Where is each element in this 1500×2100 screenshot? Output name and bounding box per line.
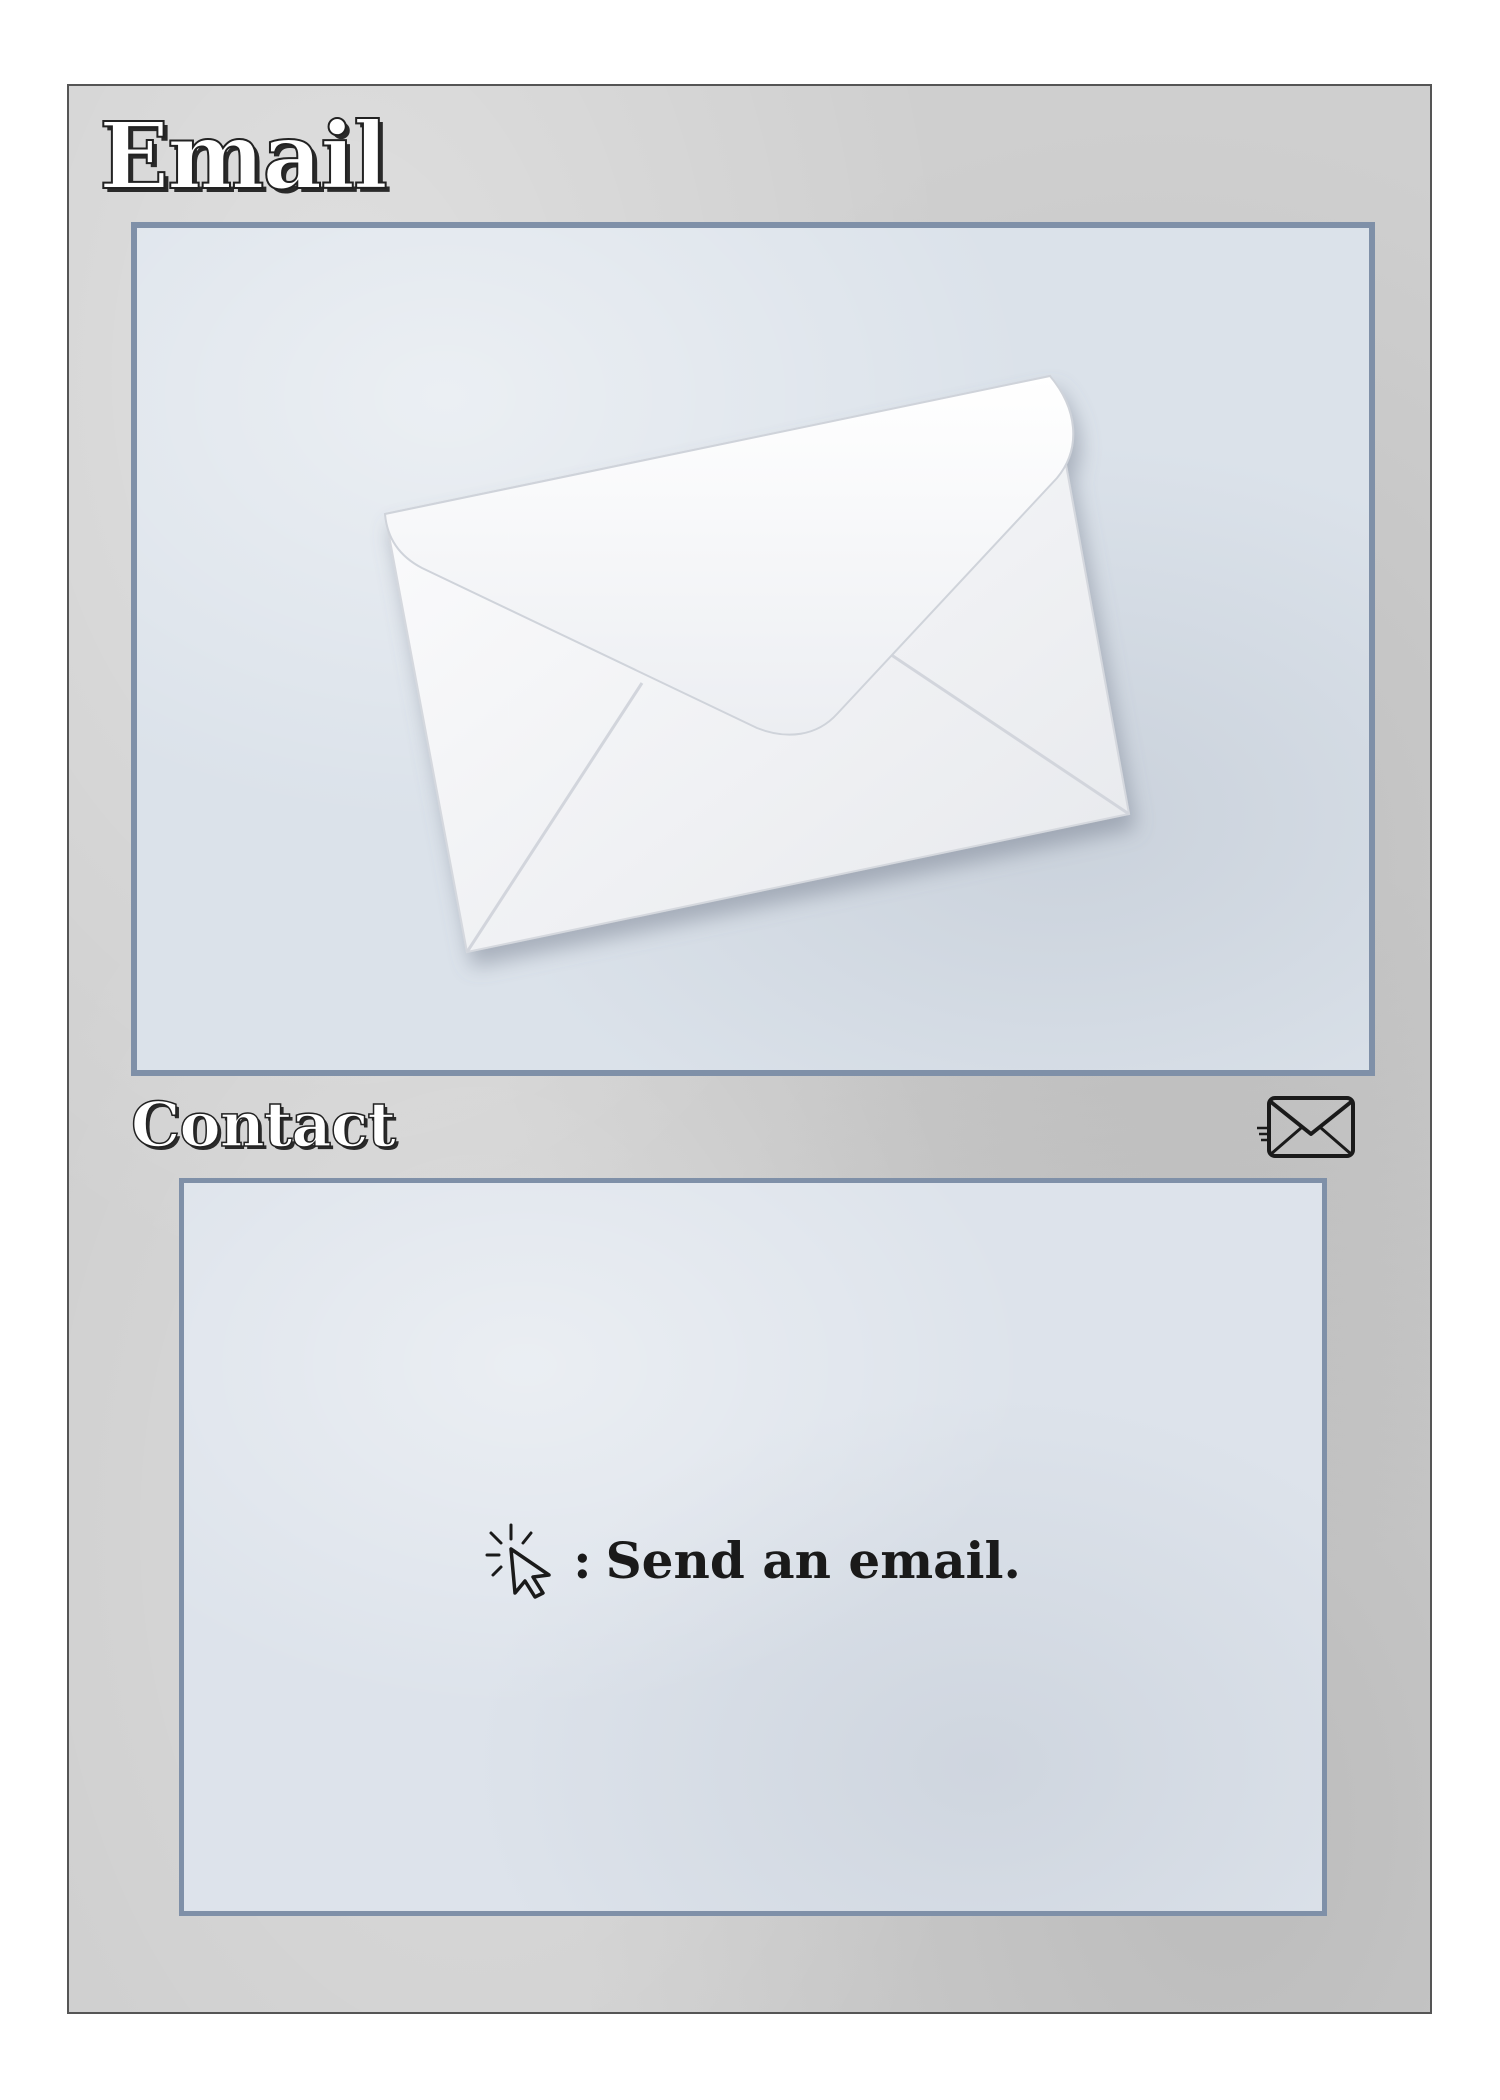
envelope-icon bbox=[383, 374, 1131, 954]
ability-text: Send an email. bbox=[605, 1531, 1021, 1590]
card-text-box: : Send an email. bbox=[179, 1178, 1327, 1916]
ability-separator: : bbox=[573, 1531, 592, 1590]
email-card: Email Contact: Send an email. bbox=[67, 84, 1432, 2014]
card-title: Email bbox=[98, 102, 389, 210]
ability-line: : Send an email. bbox=[184, 1523, 1322, 1599]
card-art-frame bbox=[131, 222, 1375, 1076]
envelope-icon bbox=[1257, 1096, 1355, 1158]
click-cursor-icon bbox=[485, 1523, 551, 1599]
card-type-label: Contact bbox=[130, 1088, 396, 1161]
